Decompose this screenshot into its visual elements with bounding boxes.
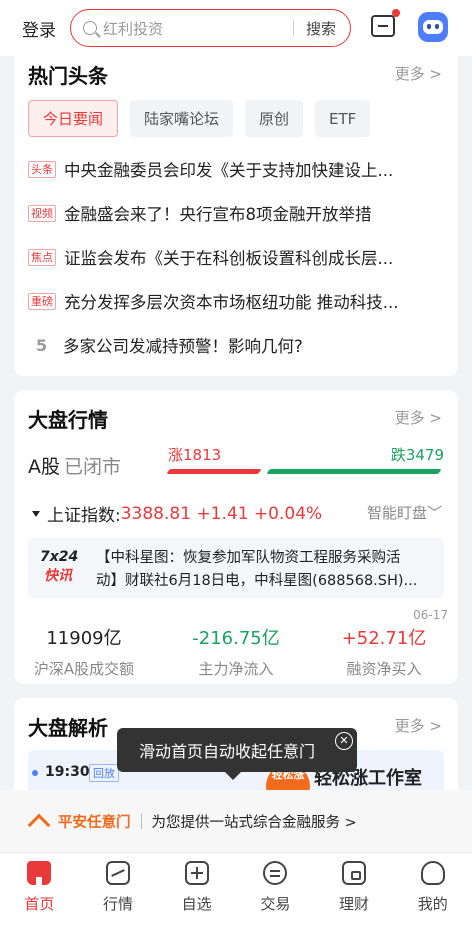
index-name: 上证指数:: [47, 506, 121, 526]
news-tag: 视频: [28, 204, 56, 222]
search-divider: [292, 20, 294, 36]
search-icon: [83, 21, 97, 35]
tab-market[interactable]: 行情: [79, 853, 158, 926]
fall-bar: [266, 469, 442, 474]
hot-headlines-title: 热门头条: [28, 64, 108, 88]
index-row[interactable]: 上证指数: 3388.81 +1.41 +0.04%: [32, 501, 322, 526]
ashare-label: A股: [28, 456, 60, 478]
wallet-icon: [342, 861, 367, 885]
tab-label: 理财: [339, 895, 370, 913]
tab-me[interactable]: 我的: [393, 853, 472, 926]
news-tag: 头条: [28, 160, 56, 178]
bottom-tab-bar: 首页 行情 自选 交易 理财 我的: [0, 852, 472, 926]
collapse-triangle-icon: [32, 510, 40, 517]
tab-etf[interactable]: ETF: [315, 100, 371, 137]
tab-wealth[interactable]: 理财: [315, 853, 394, 926]
flash-logo-top: 7x24: [40, 549, 79, 565]
tab-label: 首页: [24, 895, 55, 913]
home-icon: [27, 861, 52, 885]
message-icon[interactable]: [371, 9, 400, 37]
hot-more-link[interactable]: 更多 >: [395, 63, 442, 84]
replay-badge: 回放: [89, 764, 119, 782]
news-rank: 5: [36, 335, 48, 355]
pingan-logo-icon: [28, 814, 50, 828]
data-date: 06-17: [413, 608, 448, 622]
robot-assistant-icon[interactable]: [418, 12, 448, 42]
flash-line-1: 【中科星图：恢复参加军队物资工程服务采购活: [96, 550, 401, 566]
stat-margin-buy[interactable]: +52.71亿 融资净买入: [314, 624, 454, 679]
tab-trade[interactable]: 交易: [236, 853, 315, 926]
flash-logo-bottom: 快讯: [44, 568, 72, 584]
news-text: 多家公司发减持预警！影响几何?: [63, 337, 303, 356]
analysis-more-link[interactable]: 更多 >: [395, 715, 442, 736]
news-text: 金融盛会来了！央行宣布8项金融开放举措: [64, 205, 372, 224]
tab-original[interactable]: 原创: [245, 100, 304, 137]
market-more-link[interactable]: 更多 >: [395, 407, 442, 428]
stat-main-inflow[interactable]: -216.75亿 主力净流入: [166, 624, 306, 679]
auto-collapse-tooltip: 滑动首页自动收起任意门 ✕: [117, 728, 357, 780]
search-button[interactable]: 搜索: [306, 18, 336, 39]
news-item[interactable]: 焦点 证监会发布《关于在科创板设置科创成长层...: [28, 245, 448, 269]
user-icon: [420, 861, 445, 885]
flash-news[interactable]: 7x24 快讯 【中科星图：恢复参加军队物资工程服务采购活 动】财联社6月18日…: [28, 538, 444, 598]
stat-value: +52.71亿: [341, 628, 427, 649]
portal-brand: 平安任意门: [58, 814, 131, 831]
news-text: 充分发挥多层次资本市场枢纽功能 推动科技...: [64, 293, 399, 312]
news-text: 中央金融委员会印发《关于支持加快建设上...: [64, 161, 394, 180]
search-input[interactable]: 红利投资: [103, 18, 293, 39]
search-box[interactable]: 红利投资 搜索: [70, 9, 351, 47]
stat-label: 主力净流入: [198, 660, 274, 678]
notification-dot: [392, 9, 400, 17]
divider: [140, 813, 142, 829]
rise-bar: [166, 469, 262, 474]
stat-label: 沪深A股成交额: [33, 660, 135, 678]
tab-today-news[interactable]: 今日要闻: [28, 100, 119, 137]
login-button[interactable]: 登录: [22, 16, 70, 41]
news-item[interactable]: 重磅 充分发挥多层次资本市场枢纽功能 推动科技...: [28, 289, 448, 313]
tab-lujiazui-forum[interactable]: 陆家嘴论坛: [130, 100, 234, 137]
live-time: 19:30: [45, 764, 90, 780]
news-item[interactable]: 5 多家公司发减持预警！影响几何?: [28, 333, 448, 357]
market-card: 大盘行情 更多 > A股 已闭市 涨1813 跌3479 上证指数: 3388.8…: [14, 390, 458, 684]
market-title: 大盘行情: [28, 408, 108, 432]
rise-count: 涨1813: [168, 446, 222, 464]
smart-watch-dropdown[interactable]: 智能盯盘﹀: [367, 502, 442, 523]
stat-label: 融资净买入: [346, 660, 422, 678]
news-text: 证监会发布《关于在科创板设置科创成长层...: [64, 249, 394, 268]
chart-icon: [106, 861, 130, 885]
tab-label: 自选: [181, 895, 212, 913]
news-item[interactable]: 头条 中央金融委员会印发《关于支持加快建设上...: [28, 157, 448, 181]
tab-label: 我的: [417, 895, 448, 913]
news-item[interactable]: 视频 金融盛会来了！央行宣布8项金融开放举措: [28, 201, 448, 225]
plus-icon: [184, 861, 209, 885]
stat-value: -216.75亿: [192, 628, 280, 649]
tab-label: 交易: [260, 895, 291, 913]
exchange-icon: [263, 861, 288, 885]
stat-value: 11909亿: [46, 628, 122, 649]
portal-banner[interactable]: 平安任意门 为您提供一站式综合金融服务 >: [0, 790, 472, 852]
fall-count: 跌3479: [390, 446, 444, 464]
index-value: 3388.81 +1.41 +0.04%: [120, 503, 323, 524]
tab-watchlist[interactable]: 自选: [157, 853, 236, 926]
news-tag: 焦点: [28, 248, 56, 266]
analysis-title: 大盘解析: [28, 716, 108, 740]
hot-headlines-card: 热门头条 更多 > 今日要闻 陆家嘴论坛 原创 ETF 头条 中央金融委员会印发…: [14, 48, 458, 376]
market-closed-label: 已闭市: [64, 456, 122, 478]
tooltip-text: 滑动首页自动收起任意门: [139, 742, 316, 761]
flash-logo: 7x24 快讯: [40, 548, 79, 586]
close-icon[interactable]: ✕: [335, 732, 353, 750]
news-tag: 重磅: [28, 292, 56, 310]
headline-tabs: 今日要闻 陆家嘴论坛 原创 ETF: [28, 100, 382, 137]
ashare-status: A股 已闭市: [28, 452, 121, 479]
tab-home[interactable]: 首页: [0, 853, 79, 926]
flash-line-2: 动】财联社6月18日电，中科星图(688568.SH)...: [96, 573, 418, 589]
tab-label: 行情: [103, 895, 134, 913]
stat-turnover[interactable]: 11909亿 沪深A股成交额: [14, 624, 154, 679]
live-dot: [32, 770, 38, 776]
robot-face: [423, 20, 443, 34]
portal-desc: 为您提供一站式综合金融服务 >: [151, 814, 357, 831]
